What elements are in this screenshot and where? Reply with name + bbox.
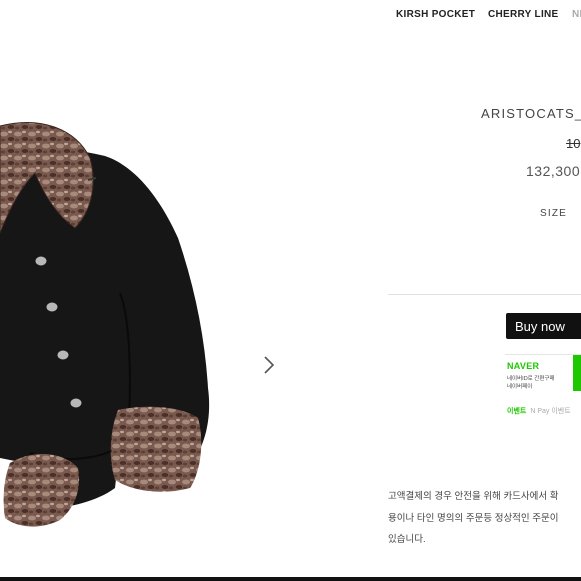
product-image [0,122,210,527]
notice-line: 용이나 타인 명의의 주문등 정상적인 주문이 [388,512,559,524]
chevron-right-icon[interactable] [262,354,276,376]
nav-item-kirsh-pocket[interactable]: KIRSH POCKET [396,9,475,20]
naver-event-row[interactable]: 이벤트 N Pay 이벤트 [507,406,571,416]
naver-pay-button[interactable] [573,355,581,391]
payment-notice: 고액결제의 경우 안전을 위해 카드사에서 확 용이나 타인 명의의 주문등 정… [388,486,559,551]
naver-divider [505,354,581,355]
naver-description: 네이버ID로 간편구매 [507,376,555,382]
size-label: SIZE [540,208,568,219]
notice-line: 있습니다. [388,534,426,545]
event-label: 이벤트 [507,408,527,415]
naver-pay-label: 네이버페이 [507,384,533,390]
naver-logo: NAVER [507,361,540,371]
nav-item-cherry-line[interactable]: CHERRY LINE [488,9,559,20]
bottom-bar [0,577,581,581]
nav-item-ne[interactable]: NE [572,9,581,20]
top-navigation: KIRSH POCKET CHERRY LINE NE [396,9,581,25]
original-price: 10 [566,136,581,151]
naver-pay-widget[interactable]: NAVER 네이버ID로 간편구매 네이버페이 [505,354,581,399]
notice-line: 고액결제의 경우 안전을 위해 카드사에서 확 [388,491,559,502]
sale-price: 132,300 [526,163,581,179]
event-text: N Pay 이벤트 [530,408,571,415]
section-divider [388,294,581,295]
product-title: ARISTOCATS_ [481,106,581,121]
buy-now-button[interactable]: Buy now [506,313,581,339]
